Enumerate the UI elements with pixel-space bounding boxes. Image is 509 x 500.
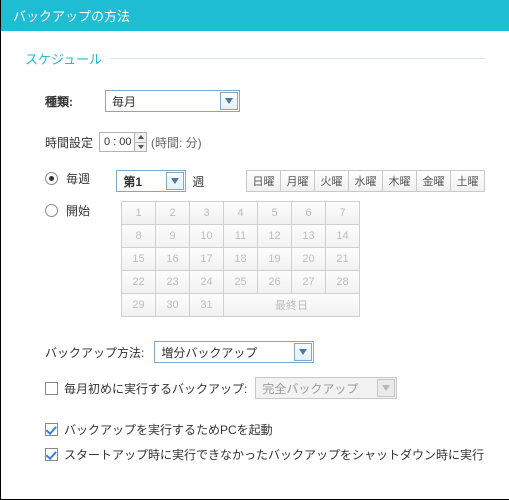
chevron-down-icon (299, 349, 307, 355)
schedule-heading-text: スケジュール (25, 49, 102, 68)
chevron-up-icon (138, 135, 144, 139)
cal-day[interactable]: 20 (291, 247, 326, 271)
cal-day[interactable]: 18 (223, 247, 258, 271)
cal-day[interactable]: 8 (121, 224, 156, 248)
calendar-grid: 1 2 3 4 5 6 7 8 9 10 11 12 13 14 15 16 1… (122, 202, 360, 317)
cal-day[interactable]: 5 (257, 201, 292, 225)
cal-day[interactable]: 21 (325, 247, 360, 271)
time-row: 時間設定 0 : 00 (時間: 分) (45, 132, 485, 152)
time-hint: (時間: 分) (151, 134, 202, 151)
week-select-value: 第1 (123, 173, 142, 190)
spinner-up[interactable] (134, 133, 146, 143)
cal-day[interactable]: 3 (189, 201, 224, 225)
cal-day[interactable]: 28 (325, 270, 360, 294)
start-row: 開始 1 2 3 4 5 6 7 8 9 10 11 12 13 14 15 1… (45, 202, 485, 317)
start-label: 開始 (66, 202, 90, 219)
first-month-select-value: 完全バックアップ (262, 380, 358, 397)
spinner-down[interactable] (134, 143, 146, 152)
cal-day[interactable]: 24 (189, 270, 224, 294)
cal-day[interactable]: 15 (121, 247, 156, 271)
first-month-checkbox[interactable] (45, 382, 58, 395)
cal-day[interactable]: 16 (155, 247, 190, 271)
wake-label: バックアップを実行するためPCを起動 (64, 421, 273, 438)
method-row: バックアップ方法: 増分バックアップ (45, 341, 485, 363)
time-value: 0 : 00 (104, 136, 132, 148)
cal-day[interactable]: 30 (155, 293, 190, 317)
start-radio[interactable] (45, 204, 58, 217)
type-label: 種類: (45, 93, 105, 110)
time-label: 時間設定 (45, 134, 93, 151)
cal-day[interactable]: 1 (121, 201, 156, 225)
start-radio-group: 開始 (45, 202, 122, 219)
cal-day[interactable]: 26 (257, 270, 292, 294)
cal-day[interactable]: 22 (121, 270, 156, 294)
day-thu[interactable]: 木曜 (382, 170, 417, 192)
wake-row: バックアップを実行するためPCを起動 (45, 421, 485, 438)
weekly-row: 毎週 第1 週 日曜 月曜 火曜 水曜 木曜 金曜 土曜 (45, 170, 485, 192)
cal-day[interactable]: 14 (325, 224, 360, 248)
cal-day[interactable]: 6 (291, 201, 326, 225)
type-select-arrow[interactable] (220, 92, 238, 110)
cal-day[interactable]: 17 (189, 247, 224, 271)
method-select[interactable]: 増分バックアップ (154, 341, 314, 363)
day-buttons: 日曜 月曜 火曜 水曜 木曜 金曜 土曜 (246, 170, 485, 192)
cal-day[interactable]: 7 (325, 201, 360, 225)
first-month-select-arrow (377, 379, 395, 397)
cal-day[interactable]: 11 (223, 224, 258, 248)
cal-day[interactable]: 31 (189, 293, 224, 317)
chevron-down-icon (382, 385, 390, 391)
chevron-down-icon (225, 98, 233, 104)
day-mon[interactable]: 月曜 (280, 170, 315, 192)
first-month-label: 毎月初めに実行するバックアップ: (64, 380, 247, 397)
shutdown-checkbox[interactable] (45, 448, 58, 461)
cal-day[interactable]: 29 (121, 293, 156, 317)
week-select-arrow[interactable] (166, 172, 184, 190)
window-title: バックアップの方法 (13, 9, 130, 24)
method-label: バックアップ方法: (45, 344, 144, 361)
cal-day[interactable]: 12 (257, 224, 292, 248)
cal-day[interactable]: 19 (257, 247, 292, 271)
window-titlebar: バックアップの方法 (1, 0, 509, 31)
method-select-value: 増分バックアップ (161, 344, 257, 361)
time-spinner[interactable]: 0 : 00 (99, 132, 147, 152)
weekly-label: 毎週 (66, 170, 90, 187)
wake-checkbox[interactable] (45, 423, 58, 436)
type-row: 種類: 毎月 (45, 90, 485, 112)
cal-day[interactable]: 27 (291, 270, 326, 294)
cal-day[interactable]: 2 (155, 201, 190, 225)
cal-day[interactable]: 13 (291, 224, 326, 248)
day-wed[interactable]: 水曜 (348, 170, 383, 192)
content-area: スケジュール 種類: 毎月 時間設定 0 : 00 (時間: 分) 毎週 (1, 31, 509, 473)
weekly-radio[interactable] (45, 172, 58, 185)
chevron-down-icon (138, 145, 144, 149)
cal-day[interactable]: 23 (155, 270, 190, 294)
day-fri[interactable]: 金曜 (416, 170, 451, 192)
weekly-radio-group: 毎週 (45, 170, 116, 187)
week-select[interactable]: 第1 (116, 170, 186, 192)
heading-rule (110, 58, 485, 59)
day-sun[interactable]: 日曜 (246, 170, 281, 192)
chevron-down-icon (171, 178, 179, 184)
method-select-arrow[interactable] (294, 343, 312, 361)
day-tue[interactable]: 火曜 (314, 170, 349, 192)
cal-day[interactable]: 9 (155, 224, 190, 248)
cal-last-day[interactable]: 最終日 (223, 293, 360, 317)
type-select-value: 毎月 (112, 93, 136, 110)
day-sat[interactable]: 土曜 (450, 170, 485, 192)
shutdown-row: スタートアップ時に実行できなかったバックアップをシャットダウン時に実行 (45, 446, 485, 463)
shutdown-label: スタートアップ時に実行できなかったバックアップをシャットダウン時に実行 (64, 446, 484, 463)
cal-day[interactable]: 25 (223, 270, 258, 294)
week-select-wrap: 第1 週 (116, 170, 246, 192)
section-heading: スケジュール (25, 49, 485, 68)
first-month-select: 完全バックアップ (255, 377, 397, 399)
cal-day[interactable]: 10 (189, 224, 224, 248)
first-month-row: 毎月初めに実行するバックアップ: 完全バックアップ (45, 377, 485, 399)
spinner-buttons (134, 133, 146, 151)
cal-day[interactable]: 4 (223, 201, 258, 225)
week-suffix: 週 (192, 173, 204, 190)
type-select[interactable]: 毎月 (105, 90, 240, 112)
